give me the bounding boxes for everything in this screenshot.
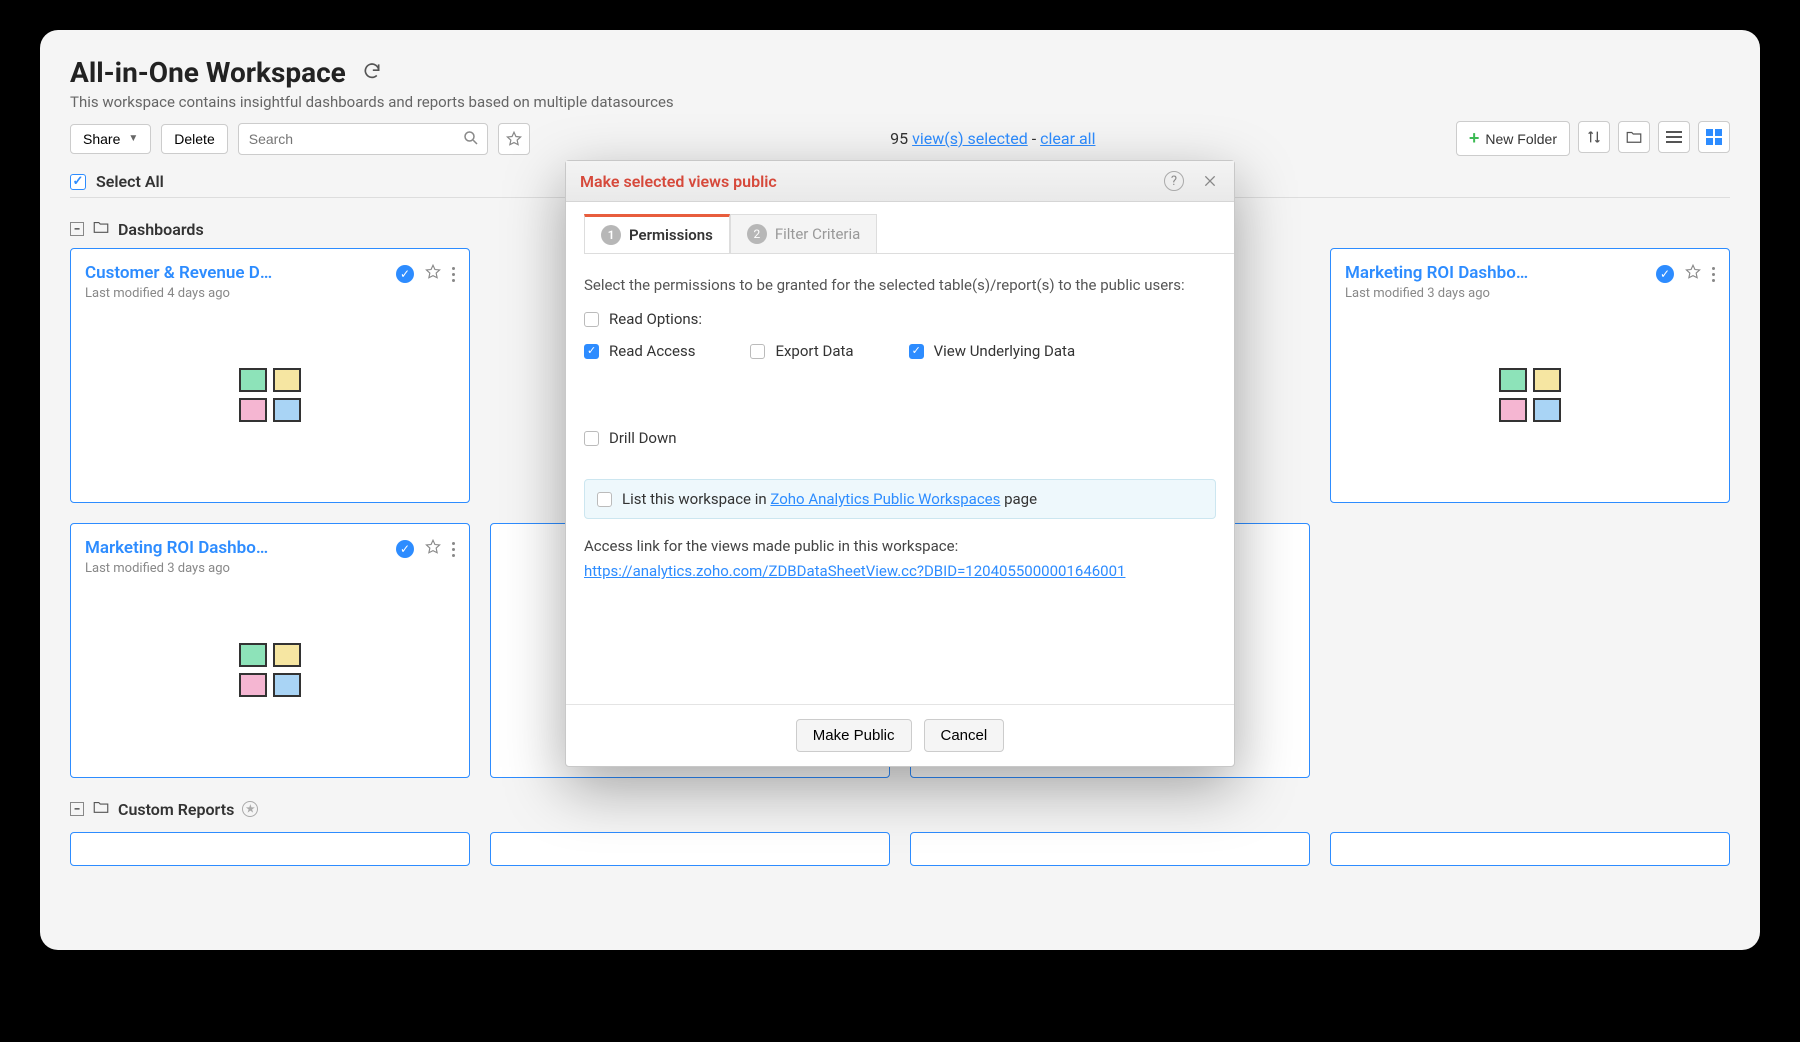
- make-public-modal: Make selected views public ? 1 Permissio…: [565, 160, 1235, 767]
- custom-reports-section-header[interactable]: − Custom Reports ★: [70, 798, 1730, 820]
- share-label: Share: [83, 131, 120, 147]
- modal-body: Select the permissions to be granted for…: [566, 276, 1234, 584]
- help-icon[interactable]: ?: [1164, 171, 1184, 191]
- right-actions: + New Folder: [1456, 121, 1730, 156]
- tab-permissions[interactable]: 1 Permissions: [584, 214, 730, 253]
- star-icon[interactable]: [424, 263, 442, 285]
- report-card[interactable]: [910, 832, 1310, 866]
- custom-reports-label: Custom Reports: [118, 800, 234, 819]
- workspace-window: All-in-One Workspace This workspace cont…: [40, 30, 1760, 950]
- report-card[interactable]: [490, 832, 890, 866]
- chevron-down-icon: ▼: [128, 133, 138, 144]
- tab-number-icon: 2: [747, 224, 767, 244]
- report-card[interactable]: [70, 832, 470, 866]
- card-modified: Last modified 3 days ago: [85, 561, 275, 576]
- modal-title: Make selected views public: [580, 172, 777, 191]
- tab-number-icon: 1: [601, 225, 621, 245]
- read-options-row: Read Options:: [584, 310, 1216, 328]
- custom-reports-grid: [70, 832, 1730, 866]
- selected-badge-icon: ✓: [396, 265, 414, 283]
- view-data-checkbox[interactable]: [909, 344, 924, 359]
- folder-icon: [92, 218, 110, 240]
- star-icon[interactable]: [1684, 263, 1702, 285]
- delete-button[interactable]: Delete: [161, 124, 227, 154]
- dashboard-card[interactable]: Marketing ROI Dashboard Last modified 3 …: [1330, 248, 1730, 503]
- list-workspace-checkbox[interactable]: [597, 492, 612, 507]
- tab-filter-label: Filter Criteria: [775, 225, 861, 243]
- search-box: [238, 123, 488, 155]
- read-options-label: Read Options:: [609, 310, 702, 328]
- export-data-label: Export Data: [775, 342, 853, 360]
- clear-all-link[interactable]: clear all: [1040, 129, 1095, 148]
- sort-button[interactable]: [1578, 121, 1610, 153]
- card-title: Customer & Revenue Da...: [85, 263, 275, 283]
- drill-down-label: Drill Down: [609, 429, 677, 447]
- access-url-link[interactable]: https://analytics.zoho.com/ZDBDataSheetV…: [584, 562, 1125, 580]
- cancel-button[interactable]: Cancel: [924, 719, 1005, 752]
- select-all-checkbox[interactable]: [70, 174, 86, 190]
- list-icon: [1666, 128, 1682, 146]
- report-card[interactable]: [1330, 832, 1730, 866]
- selected-badge-icon: ✓: [396, 540, 414, 558]
- selection-count: 95: [890, 129, 908, 148]
- dashboard-card[interactable]: Marketing ROI Dashboar... Last modified …: [70, 523, 470, 778]
- make-public-button[interactable]: Make Public: [796, 719, 912, 752]
- dashboard-thumbnail: [1345, 301, 1715, 488]
- dashboard-card[interactable]: Customer & Revenue Da... Last modified 4…: [70, 248, 470, 503]
- card-modified: Last modified 3 days ago: [1345, 286, 1535, 301]
- tab-permissions-label: Permissions: [629, 226, 713, 244]
- view-data-label: View Underlying Data: [934, 342, 1076, 360]
- selection-info: 95 view(s) selected - clear all: [540, 129, 1446, 148]
- permission-options: Read Access Export Data View Underlying …: [584, 342, 1216, 461]
- collapse-icon[interactable]: −: [70, 222, 84, 236]
- favorite-button[interactable]: [498, 123, 530, 155]
- search-input[interactable]: [238, 123, 488, 155]
- dashboard-thumbnail: [85, 576, 455, 763]
- grid-view-button[interactable]: [1698, 121, 1730, 153]
- list-view-button[interactable]: [1658, 121, 1690, 153]
- folder-view-button[interactable]: [1618, 121, 1650, 153]
- selected-badge-icon: ✓: [1656, 265, 1674, 283]
- toolbar: Share ▼ Delete 95 view(s) selected - cle…: [70, 121, 1730, 156]
- read-access-checkbox[interactable]: [584, 344, 599, 359]
- grid-icon: [1706, 129, 1722, 145]
- card-modified: Last modified 4 days ago: [85, 286, 275, 301]
- more-icon[interactable]: [452, 542, 455, 557]
- more-icon[interactable]: [452, 267, 455, 282]
- tab-filter-criteria[interactable]: 2 Filter Criteria: [730, 214, 878, 253]
- list-workspace-text: List this workspace in Zoho Analytics Pu…: [622, 490, 1037, 508]
- read-options-checkbox[interactable]: [584, 312, 599, 327]
- workspace-title: All-in-One Workspace: [70, 56, 346, 89]
- plus-icon: +: [1469, 128, 1480, 149]
- workspace-subtitle: This workspace contains insightful dashb…: [70, 93, 1730, 111]
- close-icon[interactable]: [1200, 171, 1220, 191]
- card-title: Marketing ROI Dashboar...: [85, 538, 275, 558]
- views-selected-link[interactable]: view(s) selected: [912, 129, 1028, 148]
- drill-down-checkbox[interactable]: [584, 431, 599, 446]
- share-button[interactable]: Share ▼: [70, 124, 151, 154]
- star-icon[interactable]: [424, 538, 442, 560]
- folder-icon: [92, 798, 110, 820]
- new-folder-label: New Folder: [1485, 131, 1557, 147]
- star-badge-icon: ★: [242, 801, 258, 817]
- dashboards-label: Dashboards: [118, 220, 204, 239]
- card-title: Marketing ROI Dashboard: [1345, 263, 1535, 283]
- collapse-icon[interactable]: −: [70, 802, 84, 816]
- modal-footer: Make Public Cancel: [566, 704, 1234, 766]
- select-all-label: Select All: [96, 172, 164, 191]
- permission-instruction: Select the permissions to be granted for…: [584, 276, 1216, 294]
- list-workspace-box: List this workspace in Zoho Analytics Pu…: [584, 479, 1216, 519]
- new-folder-button[interactable]: + New Folder: [1456, 121, 1570, 156]
- more-icon[interactable]: [1712, 267, 1715, 282]
- modal-tabs: 1 Permissions 2 Filter Criteria: [584, 214, 1234, 254]
- access-link-label: Access link for the views made public in…: [584, 537, 1216, 555]
- export-data-checkbox[interactable]: [750, 344, 765, 359]
- search-icon[interactable]: [462, 129, 480, 151]
- public-workspaces-link[interactable]: Zoho Analytics Public Workspaces: [770, 490, 1000, 508]
- modal-header: Make selected views public ?: [566, 161, 1234, 202]
- refresh-icon[interactable]: [362, 61, 382, 85]
- read-access-label: Read Access: [609, 342, 695, 360]
- dashboard-thumbnail: [85, 301, 455, 488]
